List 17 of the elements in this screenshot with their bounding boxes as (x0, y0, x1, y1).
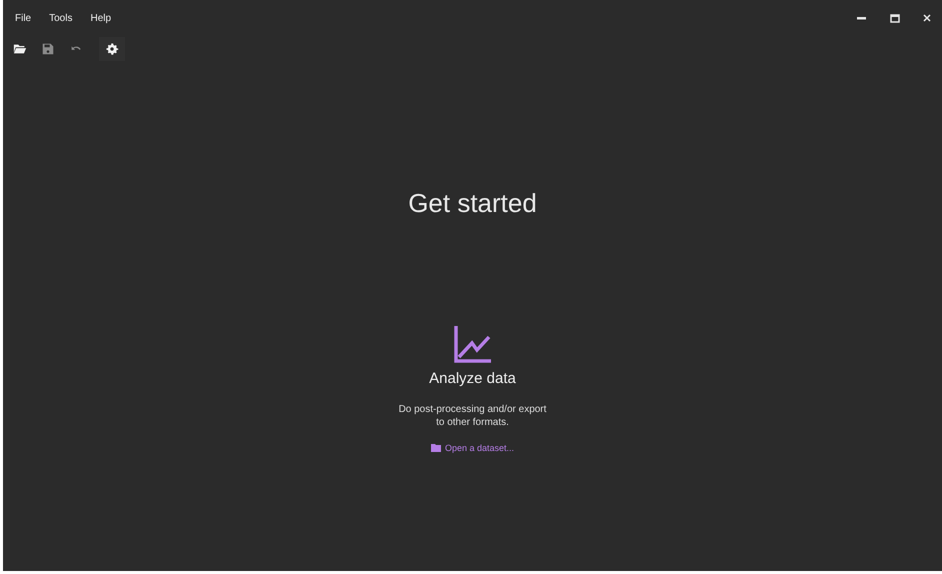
card-title: Analyze data (429, 369, 516, 389)
minimize-icon (856, 16, 866, 20)
link-text: Open a dataset... (444, 442, 514, 455)
card-description: Do post-processing and/or export to other formats. (398, 402, 548, 428)
menu-item[interactable]: File (9, 6, 38, 30)
close-icon (923, 14, 931, 22)
gear-icon (105, 42, 119, 56)
save-icon (41, 42, 55, 56)
folder-icon (13, 42, 27, 56)
menu-item[interactable]: Help (84, 6, 118, 30)
settings-button[interactable] (99, 37, 125, 61)
menu-item[interactable]: Tools (43, 6, 78, 30)
folder-icon (430, 444, 441, 452)
maximize-icon (890, 14, 900, 22)
page-heading: Get started (408, 187, 537, 220)
line-chart-icon (452, 324, 492, 364)
open-dataset-link[interactable]: Open a dataset... (430, 442, 514, 455)
